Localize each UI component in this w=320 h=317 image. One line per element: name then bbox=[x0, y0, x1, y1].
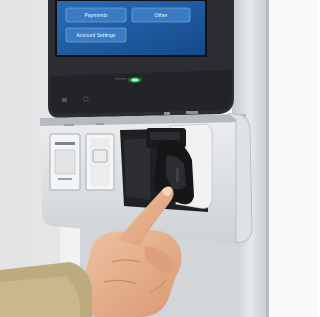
led-indicator-icon bbox=[128, 77, 142, 83]
card-reader-icon bbox=[62, 98, 67, 102]
kiosk-illustration: Payments Other Account Settings bbox=[0, 0, 317, 317]
screen-button-label: Account Settings bbox=[77, 33, 116, 39]
screen-button-label: Payments bbox=[84, 13, 107, 19]
kiosk-photo: Payments Other Account Settings bbox=[0, 0, 317, 317]
printer-icon[interactable] bbox=[49, 133, 81, 191]
screen-button-other[interactable]: Other bbox=[131, 7, 191, 23]
card-slot[interactable] bbox=[85, 133, 115, 191]
screen-button-account-settings[interactable]: Account Settings bbox=[65, 27, 127, 43]
screen-button-label: Other bbox=[155, 13, 168, 19]
screen-button-payments[interactable]: Payments bbox=[65, 7, 127, 23]
touch-screen[interactable]: Payments Other Account Settings bbox=[55, 0, 207, 57]
